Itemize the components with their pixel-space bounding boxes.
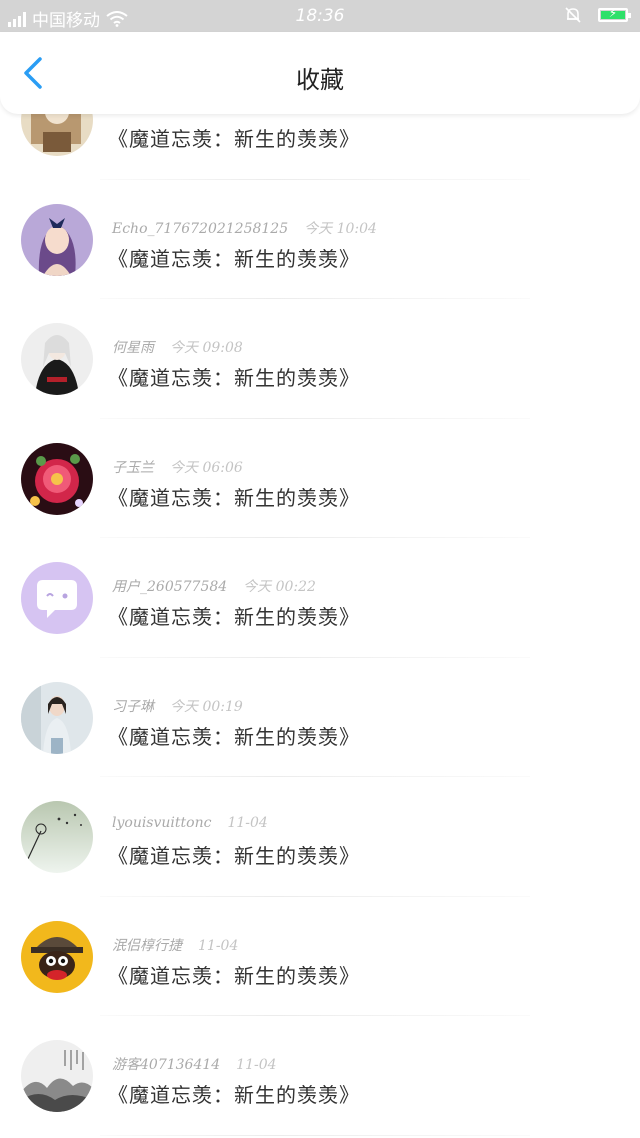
username[interactable]: 游客407136414 — [112, 1057, 220, 1073]
username[interactable]: 泯侣椁行捷 — [112, 938, 182, 954]
username[interactable]: lyouisvuittonc — [112, 815, 211, 831]
timestamp: 今天 09:08 — [170, 340, 243, 356]
timestamp: 11-04 — [227, 815, 268, 831]
timestamp: 今天 00:19 — [170, 698, 243, 715]
username[interactable]: 何星雨 — [112, 340, 154, 356]
item-title[interactable]: 《魔道忘羡：新生的羡羡》 — [108, 123, 360, 152]
list-item[interactable]: 习子琳 今天 00:19 《魔道忘羡：新生的羡羡》 — [0, 658, 640, 777]
avatar[interactable] — [21, 562, 93, 634]
username[interactable]: 用户_260577584 — [112, 579, 227, 595]
bell-muted-icon — [565, 7, 581, 23]
item-meta: 泯侣椁行捷 11-04 — [112, 935, 238, 955]
timestamp: 11-04 — [236, 1057, 277, 1073]
favorites-list[interactable]: 《魔道忘羡：新生的羡羡》 Echo_717672021258125 今天 10:0… — [0, 114, 640, 1138]
status-bar: 中国移动 18:36 ⚡ — [0, 0, 640, 32]
item-meta: 用户_260577584 今天 00:22 — [112, 576, 316, 596]
list-item[interactable]: 何星雨 今天 09:08 《魔道忘羡：新生的羡羡》 — [0, 299, 640, 419]
item-meta: 游客407136414 11-04 — [112, 1054, 277, 1074]
list-item[interactable]: lyouisvuittonc 11-04 《魔道忘羡：新生的羡羡》 — [0, 777, 640, 897]
username[interactable]: 习子琳 — [112, 699, 154, 715]
item-meta: 子玉兰 今天 06:06 — [112, 457, 243, 477]
username[interactable]: Echo_717672021258125 — [112, 221, 288, 237]
header: 收藏 — [0, 32, 640, 114]
page-title: 收藏 — [296, 66, 344, 94]
item-title[interactable]: 《魔道忘羡：新生的羡羡》 — [108, 362, 360, 391]
item-meta: lyouisvuittonc 11-04 — [112, 815, 268, 831]
avatar[interactable] — [21, 1040, 93, 1112]
item-meta: Echo_717672021258125 今天 10:04 — [112, 218, 377, 238]
avatar[interactable] — [21, 323, 93, 395]
status-time: 18:36 — [295, 6, 345, 26]
status-right: ⚡ — [564, 6, 631, 24]
avatar[interactable] — [21, 801, 93, 873]
item-meta: 何星雨 今天 09:08 — [112, 337, 243, 357]
avatar[interactable] — [21, 442, 93, 515]
item-title[interactable]: 《魔道忘羡：新生的羡羡》 — [108, 960, 360, 989]
item-title[interactable]: 《魔道忘羡：新生的羡羡》 — [108, 482, 360, 511]
list-item[interactable]: 用户_260577584 今天 00:22 《魔道忘羡：新生的羡羡》 — [0, 538, 640, 658]
list-item[interactable]: 泯侣椁行捷 11-04 《魔道忘羡：新生的羡羡》 — [0, 897, 640, 1016]
list-item[interactable]: 游客407136414 11-04 《魔道忘羡：新生的羡羡》 — [0, 1016, 640, 1136]
item-title[interactable]: 《魔道忘羡：新生的羡羡》 — [108, 1079, 360, 1108]
timestamp: 今天 10:04 — [304, 220, 377, 237]
avatar[interactable] — [21, 114, 93, 156]
item-meta: 习子琳 今天 00:19 — [112, 696, 243, 716]
battery-icon: ⚡ — [598, 6, 631, 22]
list-item[interactable]: 《魔道忘羡：新生的羡羡》 — [0, 114, 640, 180]
list-item[interactable]: 子玉兰 今天 06:06 《魔道忘羡：新生的羡羡》 — [0, 419, 640, 538]
avatar[interactable] — [21, 681, 93, 754]
list-item[interactable]: Echo_717672021258125 今天 10:04 《魔道忘羡：新生的羡羡… — [0, 180, 640, 299]
divider — [100, 1134, 530, 1136]
username[interactable]: 子玉兰 — [112, 460, 154, 476]
item-title[interactable]: 《魔道忘羡：新生的羡羡》 — [108, 243, 360, 272]
timestamp: 11-04 — [198, 937, 239, 954]
item-title[interactable]: 《魔道忘羡：新生的羡羡》 — [108, 601, 360, 630]
avatar[interactable] — [21, 203, 93, 276]
timestamp: 今天 00:22 — [243, 579, 316, 595]
avatar[interactable] — [21, 920, 93, 993]
timestamp: 今天 06:06 — [170, 459, 243, 476]
item-title[interactable]: 《魔道忘羡：新生的羡羡》 — [108, 721, 360, 750]
item-title[interactable]: 《魔道忘羡：新生的羡羡》 — [108, 840, 360, 869]
